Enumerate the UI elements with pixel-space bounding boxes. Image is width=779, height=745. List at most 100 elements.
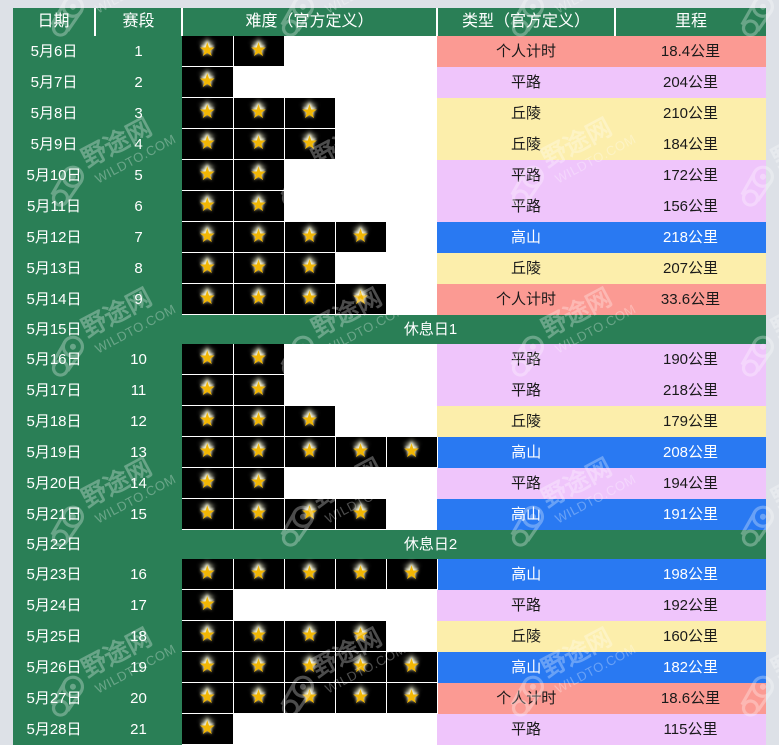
difficulty-star-filled: ★ [233, 436, 285, 468]
difficulty-star-empty [335, 589, 386, 621]
cell-date: 5月18日 [13, 405, 95, 437]
difficulty-star-empty [284, 36, 335, 67]
star-icon: ★ [198, 656, 216, 677]
cell-stage-number: 2 [95, 66, 182, 98]
difficulty-star-empty [233, 66, 284, 98]
cell-stage-distance: 33.6公里 [615, 283, 767, 315]
star-icon: ★ [198, 348, 216, 369]
table-row: 5月18日 12 ★ ★ ★ 丘陵 179公里 [13, 405, 767, 437]
cell-stage-number: 1 [95, 36, 182, 67]
difficulty-star-filled: ★ [233, 498, 285, 530]
star-icon: ★ [351, 563, 370, 584]
difficulty-star-empty [284, 66, 335, 98]
svg-text:野途网: 野途网 [767, 0, 779, 3]
star-icon: ★ [300, 101, 319, 123]
cell-stage-distance: 182公里 [615, 651, 767, 683]
cell-stage-type: 平路 [437, 190, 616, 222]
difficulty-star-empty [335, 374, 386, 406]
rest-day-row: 5月22日 休息日2 [13, 529, 767, 559]
cell-stage-type: 个人计时 [437, 682, 616, 714]
cell-stage-type: 个人计时 [437, 283, 616, 315]
difficulty-star-filled: ★ [284, 620, 336, 652]
cell-stage-type: 平路 [437, 374, 616, 406]
svg-text:野途网: 野途网 [767, 112, 779, 173]
cell-date: 5月12日 [13, 221, 95, 253]
difficulty-star-filled: ★ [233, 682, 285, 714]
difficulty-star-filled: ★ [386, 559, 438, 590]
difficulty-star-filled: ★ [284, 283, 336, 315]
cell-date: 5月23日 [13, 559, 95, 590]
difficulty-star-empty [386, 467, 438, 499]
cell-date: 5月8日 [13, 97, 95, 129]
star-icon: ★ [249, 624, 268, 646]
cell-stage-type: 平路 [437, 344, 616, 375]
difficulty-star-filled: ★ [182, 405, 234, 437]
cell-stage-distance: 184公里 [615, 128, 767, 160]
star-icon: ★ [198, 687, 216, 708]
cell-stage-distance: 156公里 [615, 190, 767, 222]
difficulty-star-empty [335, 405, 386, 437]
difficulty-star-empty [284, 589, 335, 621]
cell-date: 5月17日 [13, 374, 95, 406]
cell-stage-distance: 192公里 [615, 589, 767, 621]
column-header-distance: 里程 [615, 8, 767, 36]
cell-stage-number: 9 [95, 283, 182, 315]
cell-stage-number: 14 [95, 467, 182, 499]
star-icon: ★ [198, 718, 216, 739]
difficulty-star-filled: ★ [182, 190, 234, 222]
star-icon: ★ [300, 656, 319, 677]
difficulty-star-filled: ★ [233, 97, 285, 129]
cell-stage-number: 5 [95, 159, 182, 191]
difficulty-star-filled: ★ [182, 97, 234, 129]
difficulty-star-empty [386, 344, 438, 375]
header-row: 日期 赛段 难度（官方定义） 类型（官方定义） 里程 [13, 8, 767, 36]
star-icon: ★ [198, 226, 216, 247]
star-icon: ★ [402, 563, 421, 584]
star-icon: ★ [198, 102, 216, 123]
star-icon: ★ [300, 409, 319, 431]
cell-date: 5月27日 [13, 682, 95, 714]
cell-date: 5月7日 [13, 66, 95, 98]
difficulty-star-filled: ★ [182, 620, 234, 652]
difficulty-star-empty [335, 190, 386, 222]
star-icon: ★ [402, 687, 421, 708]
difficulty-star-filled: ★ [182, 498, 234, 530]
star-icon: ★ [198, 164, 216, 185]
star-icon: ★ [249, 164, 268, 185]
star-icon: ★ [249, 257, 268, 278]
table-row: 5月16日 10 ★ ★ 平路 190公里 [13, 344, 767, 375]
cell-stage-number: 17 [95, 589, 182, 621]
difficulty-star-filled: ★ [182, 651, 234, 683]
star-icon: ★ [198, 503, 216, 524]
column-header-date: 日期 [13, 8, 96, 36]
difficulty-star-filled: ★ [233, 283, 285, 315]
star-icon: ★ [249, 348, 268, 369]
difficulty-star-filled: ★ [335, 620, 387, 652]
difficulty-star-filled: ★ [182, 252, 234, 284]
table-row: 5月26日 19 ★ ★ ★ ★ ★ 高山 182公里 [13, 651, 767, 683]
difficulty-star-empty [335, 159, 386, 191]
cell-stage-type: 高山 [437, 221, 616, 253]
difficulty-star-filled: ★ [284, 221, 336, 253]
star-icon: ★ [249, 288, 268, 309]
difficulty-star-empty [335, 66, 386, 98]
difficulty-star-empty [284, 713, 335, 745]
difficulty-star-filled: ★ [335, 498, 387, 530]
difficulty-star-filled: ★ [182, 589, 234, 621]
star-icon: ★ [249, 226, 268, 247]
cell-stage-type: 丘陵 [437, 128, 616, 160]
difficulty-star-empty [335, 713, 386, 745]
star-icon: ★ [249, 410, 268, 431]
difficulty-star-empty [386, 159, 438, 191]
star-icon: ★ [249, 379, 268, 400]
cell-stage-type: 平路 [437, 66, 616, 98]
difficulty-star-filled: ★ [335, 559, 387, 590]
star-icon: ★ [198, 379, 216, 400]
table-row: 5月6日 1 ★ ★ 个人计时 18.4公里 [13, 36, 767, 67]
cell-stage-type: 丘陵 [437, 620, 616, 652]
cell-date: 5月20日 [13, 467, 95, 499]
difficulty-star-empty [386, 36, 438, 67]
cell-stage-type: 丘陵 [437, 97, 616, 129]
race-schedule-table: 日期 赛段 难度（官方定义） 类型（官方定义） 里程 5月6日 1 ★ ★ 个人计时 18… [13, 8, 767, 745]
star-icon: ★ [249, 101, 268, 123]
